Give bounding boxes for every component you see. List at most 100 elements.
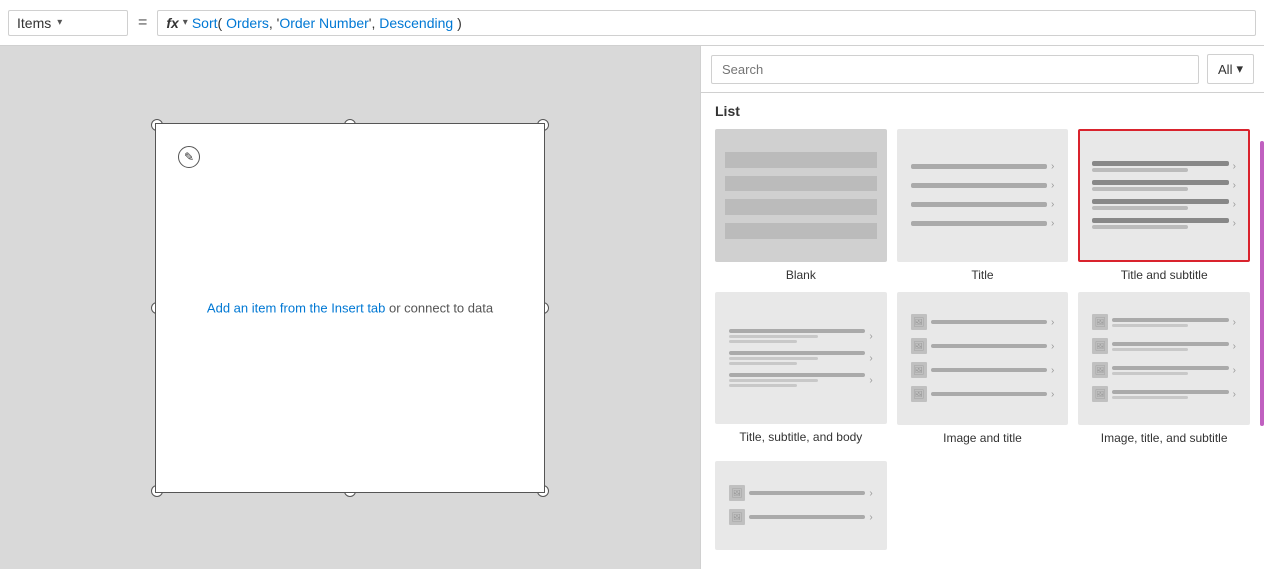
img-thumb-icon: 🖼 [1092, 338, 1108, 354]
tsb-row-1: › [729, 329, 873, 343]
img-line-main [1112, 390, 1228, 394]
layout-preview-title-subtitle: › › [1078, 129, 1250, 262]
img-line-sub2 [729, 384, 797, 387]
img-line-sub [729, 335, 818, 338]
canvas-container: ✎ Add an item from the Insert tab or con… [135, 103, 565, 513]
title-line [911, 164, 1047, 169]
fx-chevron-icon: ▾ [183, 17, 188, 28]
canvas-area: ✎ Add an item from the Insert tab or con… [0, 46, 700, 569]
ts-line-sub [1092, 168, 1187, 172]
partial-row-2: 🖼 › [729, 509, 873, 525]
blank-row-3 [725, 199, 877, 215]
img-thumb-icon: 🖼 [911, 386, 927, 402]
layout-preview-blank [715, 129, 887, 262]
ts-row-3: › [1092, 199, 1236, 210]
img-line-main [931, 320, 1047, 324]
edit-icon[interactable]: ✎ [178, 146, 200, 168]
it-row-2: 🖼 › [911, 338, 1055, 354]
layout-item-title[interactable]: › › › › [897, 129, 1069, 282]
canvas-normal-text: or connect to data [385, 300, 493, 315]
ts-row-2: › [1092, 180, 1236, 191]
canvas-link-text[interactable]: Add an item from the Insert tab [207, 300, 385, 315]
img-arrow-icon: › [1233, 341, 1236, 352]
img-arrow-icon: › [869, 375, 872, 386]
it-row-3: 🖼 › [911, 362, 1055, 378]
img-thumb-icon: 🖼 [911, 362, 927, 378]
layout-item-partial[interactable]: 🖼 › 🖼 › [715, 461, 887, 551]
img-lines [729, 329, 865, 343]
img-lines [1112, 342, 1228, 351]
panel: All ▾ List Blank [700, 46, 1264, 569]
layout-preview-title: › › › › [897, 129, 1069, 262]
panel-search-bar: All ▾ [701, 46, 1264, 93]
layout-item-image-title[interactable]: 🖼 › 🖼 › [897, 292, 1069, 445]
layout-label-image-title: Image and title [943, 431, 1022, 445]
img-line-main [931, 368, 1047, 372]
formula-bar[interactable]: fx ▾ Sort( Orders, 'Order Number', Desce… [157, 10, 1256, 36]
img-line-main [1112, 318, 1228, 322]
img-line-main [729, 373, 865, 377]
main-area: ✎ Add an item from the Insert tab or con… [0, 46, 1264, 569]
its-inner: 🖼 › 🖼 [1080, 294, 1248, 423]
layout-item-title-subtitle-body[interactable]: › › [715, 292, 887, 445]
ts-arrow-icon: › [1233, 218, 1236, 229]
ts-line-main [1092, 199, 1228, 204]
img-thumb-icon: 🖼 [729, 509, 745, 525]
img-arrow-icon: › [1233, 365, 1236, 376]
fx-label: fx [166, 15, 178, 31]
title-row-2: › [911, 180, 1055, 191]
img-arrow-icon: › [869, 488, 872, 499]
ts-line-main [1092, 161, 1228, 166]
its-row-4: 🖼 › [1092, 386, 1236, 402]
title-row-1: › [911, 161, 1055, 172]
items-dropdown[interactable]: Items ▾ [8, 10, 128, 36]
tsb-inner: › › [717, 294, 885, 423]
its-row-2: 🖼 › [1092, 338, 1236, 354]
ts-line-sub [1092, 225, 1187, 229]
layout-label-image-title-subtitle: Image, title, and subtitle [1101, 431, 1228, 445]
all-dropdown[interactable]: All ▾ [1207, 54, 1254, 84]
img-line-main [749, 515, 865, 519]
ts-row-4: › [1092, 218, 1236, 229]
partial-inner: 🖼 › 🖼 › [717, 463, 885, 549]
img-arrow-icon: › [869, 331, 872, 342]
img-thumb-icon: 🖼 [911, 314, 927, 330]
img-thumb-icon: 🖼 [729, 485, 745, 501]
img-arrow-icon: › [1051, 389, 1054, 400]
ts-line-main [1092, 180, 1228, 185]
img-line-sub2 [729, 362, 797, 365]
layout-item-title-subtitle[interactable]: › › [1078, 129, 1250, 282]
title-line [911, 202, 1047, 207]
img-line-main [749, 491, 865, 495]
img-line-sub2 [729, 340, 797, 343]
ts-line-sub [1092, 206, 1187, 210]
tsb-row-3: › [729, 373, 873, 387]
layout-preview-image-title: 🖼 › 🖼 › [897, 292, 1069, 425]
title-arrow-icon: › [1051, 199, 1054, 210]
panel-scrollbar[interactable] [1258, 93, 1264, 569]
layout-item-image-title-subtitle[interactable]: 🖼 › 🖼 [1078, 292, 1250, 445]
img-line-main [1112, 366, 1228, 370]
layout-preview-title-subtitle-body: › › [715, 292, 887, 425]
layout-preview-image-title-subtitle: 🖼 › 🖼 [1078, 292, 1250, 425]
blank-inner [717, 131, 885, 260]
title-arrow-icon: › [1051, 180, 1054, 191]
formula-text: Sort( Orders, 'Order Number', Descending… [192, 15, 1247, 31]
img-arrow-icon: › [869, 512, 872, 523]
search-input[interactable] [711, 55, 1199, 84]
img-thumb-icon: 🖼 [1092, 314, 1108, 330]
layout-label-blank: Blank [786, 268, 816, 282]
img-line-sub [1112, 372, 1188, 375]
img-lines [1112, 390, 1228, 399]
title-inner: › › › › [899, 131, 1067, 260]
section-label: List [715, 103, 1250, 119]
its-row-3: 🖼 › [1092, 362, 1236, 378]
panel-content: List Blank [701, 93, 1264, 569]
title-line [911, 183, 1047, 188]
canvas-box: ✎ Add an item from the Insert tab or con… [155, 123, 545, 493]
title-arrow-icon: › [1051, 161, 1054, 172]
img-line-main [729, 351, 865, 355]
img-arrow-icon: › [1233, 389, 1236, 400]
img-lines [749, 491, 865, 495]
layout-item-blank[interactable]: Blank [715, 129, 887, 282]
